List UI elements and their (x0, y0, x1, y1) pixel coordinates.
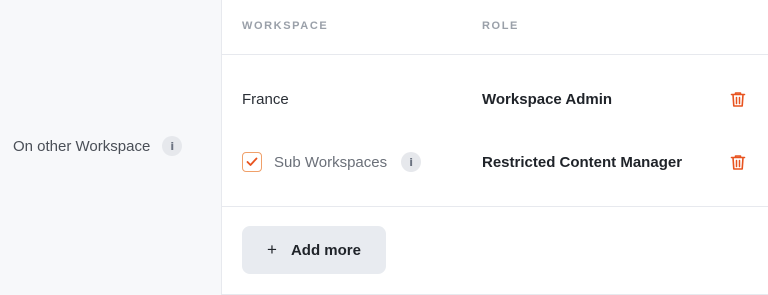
role-cell: Workspace Admin (482, 90, 613, 108)
workspace-cell: Sub Workspaces i (242, 152, 422, 172)
on-other-workspace-label: On other Workspace i (13, 136, 183, 156)
divider (222, 206, 768, 207)
trash-icon[interactable] (729, 153, 747, 171)
check-icon (246, 157, 258, 166)
add-more-label: Add more (290, 241, 361, 259)
role-cell: Restricted Content Manager (482, 153, 683, 171)
column-header-workspace: WORKSPACE (242, 20, 329, 32)
table-header: WORKSPACE ROLE (222, 0, 768, 55)
info-icon[interactable]: i (401, 152, 422, 172)
plus-icon: + (267, 240, 277, 259)
table-row: France Workspace Admin (222, 84, 768, 114)
table-row: Sub Workspaces i Restricted Content Mana… (222, 147, 768, 177)
info-icon[interactable]: i (162, 136, 183, 156)
sub-workspaces-label: Sub Workspaces (274, 153, 388, 171)
column-header-role: ROLE (482, 20, 519, 32)
on-other-workspace-text: On other Workspace (13, 137, 151, 155)
workspace-roles-panel: WORKSPACE ROLE France Workspace Admin Su… (221, 0, 768, 295)
workspace-name: France (242, 90, 289, 108)
trash-icon[interactable] (729, 90, 747, 108)
workspace-cell: France (242, 91, 289, 108)
sub-workspaces-checkbox[interactable] (242, 152, 262, 172)
add-more-button[interactable]: + Add more (242, 226, 386, 274)
